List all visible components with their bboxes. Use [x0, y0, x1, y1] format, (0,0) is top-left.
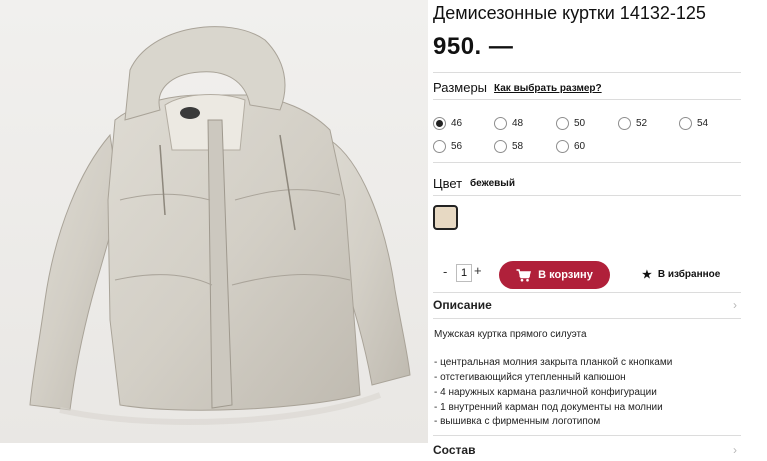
size-value: 54	[697, 117, 709, 129]
size-option-54[interactable]: 54	[679, 116, 708, 130]
size-option-50[interactable]: 50	[556, 116, 585, 130]
chevron-right-icon[interactable]: ›	[733, 298, 737, 312]
quantity-input[interactable]: 1	[456, 264, 472, 282]
add-to-cart-button[interactable]: В корзину	[499, 261, 610, 289]
cart-icon	[516, 268, 532, 282]
radio-icon[interactable]	[618, 116, 631, 130]
product-price: 950. —	[433, 33, 514, 60]
description-section-title[interactable]: Описание	[433, 298, 492, 312]
radio-icon[interactable]	[556, 116, 569, 130]
size-option-52[interactable]: 52	[618, 116, 647, 130]
favorites-label: В избранное	[657, 269, 721, 280]
product-photo[interactable]	[0, 0, 428, 443]
divider	[433, 318, 741, 319]
size-option-48[interactable]: 48	[494, 116, 523, 130]
add-to-cart-label: В корзину	[538, 269, 593, 281]
size-option-58[interactable]: 58	[494, 139, 523, 153]
radio-icon[interactable]	[494, 116, 507, 130]
quantity-decrement[interactable]: -	[443, 264, 447, 279]
divider	[433, 292, 741, 293]
radio-icon[interactable]	[494, 139, 507, 153]
description-line: - 1 внутренний карман под документы на м…	[434, 402, 663, 413]
size-option-60[interactable]: 60	[556, 139, 585, 153]
divider	[433, 435, 741, 436]
description-line: Мужская куртка прямого силуэта	[434, 329, 587, 340]
color-value: бежевый	[470, 178, 515, 189]
quantity-increment[interactable]: +	[474, 263, 482, 278]
radio-checked-icon[interactable]	[433, 116, 446, 130]
size-value: 58	[512, 140, 524, 152]
sizes-label: Размеры	[433, 80, 488, 95]
divider	[433, 195, 741, 196]
size-value: 46	[451, 117, 463, 129]
add-to-favorites-button[interactable]: ★ В избранное	[642, 268, 720, 281]
description-line: - 4 наружных кармана различной конфигура…	[434, 387, 657, 398]
radio-icon[interactable]	[679, 116, 692, 130]
chevron-right-icon[interactable]: ›	[733, 443, 737, 457]
description-line: - центральная молния закрыта планкой с к…	[434, 357, 673, 368]
size-value: 60	[574, 140, 586, 152]
product-title: Демисезонные куртки 14132-125	[433, 3, 706, 23]
radio-icon[interactable]	[433, 139, 446, 153]
star-icon: ★	[642, 269, 652, 281]
size-value: 52	[636, 117, 648, 129]
size-value: 48	[512, 117, 524, 129]
size-guide-link[interactable]: Как выбрать размер?	[494, 83, 602, 94]
radio-icon[interactable]	[556, 139, 569, 153]
composition-section-title[interactable]: Состав	[433, 443, 475, 457]
size-option-56[interactable]: 56	[433, 139, 462, 153]
size-option-46[interactable]: 46	[433, 116, 462, 130]
divider	[433, 99, 741, 100]
size-value: 50	[574, 117, 586, 129]
divider	[433, 162, 741, 163]
divider	[433, 72, 741, 73]
size-value: 56	[451, 140, 463, 152]
description-line: - отстегивающийся утепленный капюшон	[434, 372, 626, 383]
jacket-illustration	[0, 0, 428, 443]
description-line: - вышивка с фирменным логотипом	[434, 416, 601, 427]
color-swatch-beige[interactable]	[433, 205, 458, 230]
color-label: Цвет	[433, 176, 463, 191]
